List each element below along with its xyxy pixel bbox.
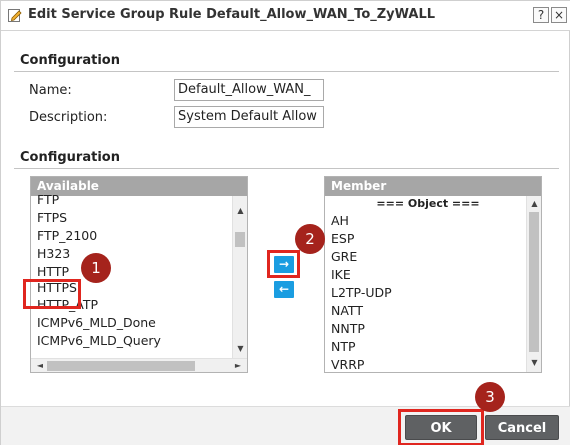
dialog-title: Edit Service Group Rule Default_Allow_WA… [28,7,436,22]
add-to-member-button[interactable]: → [274,256,294,273]
step-badge-1: 1 [81,253,111,283]
list-item-ftp[interactable]: FTP [35,194,231,209]
member-item-vrrp[interactable]: VRRP [329,356,525,372]
member-item-ah[interactable]: AH [329,212,525,230]
remove-from-member-button[interactable]: ← [274,281,294,298]
member-item-natt[interactable]: NATT [329,302,525,320]
scroll-up-icon[interactable]: ▲ [233,204,247,218]
scroll-thumb[interactable] [529,212,539,352]
scroll-down-icon[interactable]: ▼ [527,356,541,370]
description-field[interactable]: System Default Allow [174,106,324,128]
edit-service-group-dialog: Edit Service Group Rule Default_Allow_WA… [0,0,570,445]
hscroll-thumb[interactable] [47,361,195,371]
scroll-left-icon[interactable]: ◄ [33,359,47,372]
list-item-http-atp[interactable]: HTTP_ATP [35,298,231,314]
close-button[interactable]: × [551,7,567,23]
help-button[interactable]: ? [533,7,549,23]
scroll-thumb[interactable] [235,232,245,247]
step-badge-2: 2 [295,224,325,254]
section-title-configuration-2: Configuration [20,150,120,165]
available-items: FTP FTPS FTP_2100 H323 HTTP HTTPS HTTP_A… [35,194,231,358]
member-item-esp[interactable]: ESP [329,230,525,248]
list-item-h323[interactable]: H323 [35,245,231,263]
object-group-label: === Object === [376,197,480,210]
section-divider-2 [14,168,559,169]
name-field[interactable]: Default_Allow_WAN_ [174,79,324,101]
list-item-https[interactable]: HTTPS [35,278,231,298]
member-items: === Object === AH ESP GRE IKE L2TP-UDP N… [329,196,525,372]
list-item-ftps[interactable]: FTPS [35,209,231,227]
member-item-gre[interactable]: GRE [329,248,525,266]
available-horizontal-scrollbar[interactable]: ◄ ► [31,358,247,372]
description-label: Description: [29,110,108,125]
list-item-ftp-2100[interactable]: FTP_2100 [35,227,231,245]
title-bar: Edit Service Group Rule Default_Allow_WA… [1,1,570,31]
ok-button[interactable]: OK [405,415,477,440]
available-vertical-scrollbar[interactable]: ▲ ▼ [232,196,247,358]
member-list-header: Member [325,177,541,196]
member-list: Member === Object === AH ESP GRE IKE L2T… [324,176,542,373]
step-badge-3: 3 [475,382,505,412]
member-item-l2tp-udp[interactable]: L2TP-UDP [329,284,525,302]
list-item-icmpv6-mld-query[interactable]: ICMPv6_MLD_Query [35,332,231,350]
member-item-ntp[interactable]: NTP [329,338,525,356]
member-item-ike[interactable]: IKE [329,266,525,284]
member-vertical-scrollbar[interactable]: ▲ ▼ [526,196,541,372]
scroll-up-icon[interactable]: ▲ [527,197,541,211]
list-item-icmpv6-mld-done[interactable]: ICMPv6_MLD_Done [35,314,231,332]
scroll-right-icon[interactable]: ► [231,359,245,372]
section-divider [14,71,559,72]
list-item-http[interactable]: HTTP [35,263,231,278]
scroll-down-icon[interactable]: ▼ [233,342,247,356]
cancel-button[interactable]: Cancel [485,415,559,440]
member-item-nntp[interactable]: NNTP [329,320,525,338]
edit-icon [8,9,22,22]
available-list: Available FTP FTPS FTP_2100 H323 HTTP HT… [30,176,248,373]
name-label: Name: [29,83,72,98]
section-title-configuration: Configuration [20,53,120,68]
